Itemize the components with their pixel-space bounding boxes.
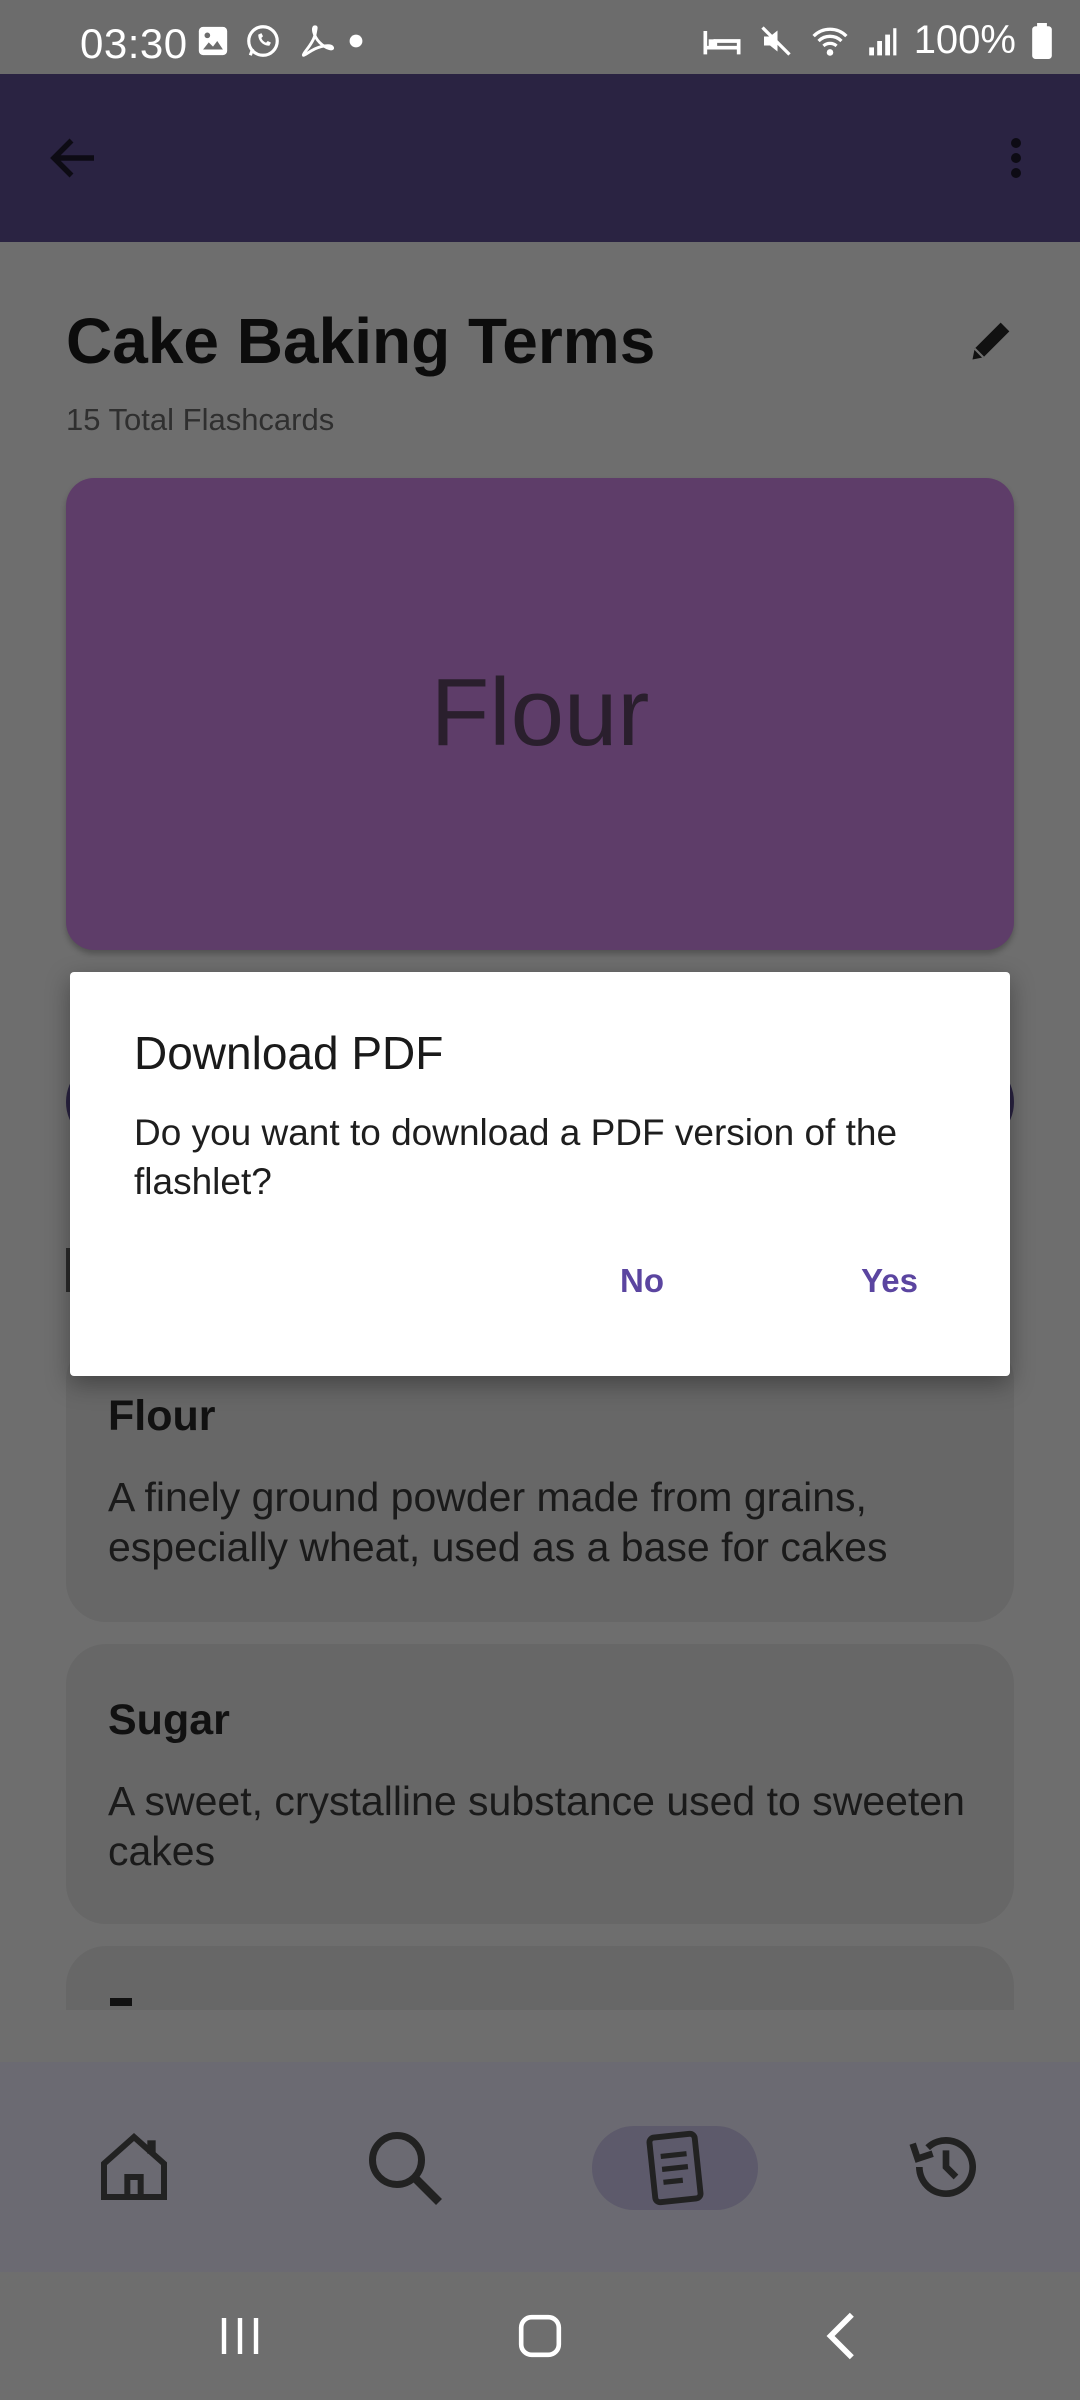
wifi-icon: [812, 27, 848, 56]
arrow-left-icon: [50, 138, 94, 178]
more-options-button[interactable]: [996, 128, 1036, 188]
recents-icon: [221, 2318, 259, 2354]
chevron-left-icon: [826, 2312, 854, 2360]
history-icon: [909, 2137, 976, 2198]
dialog-title: Download PDF: [134, 1027, 444, 1079]
nav-search[interactable]: [354, 2122, 454, 2212]
status-notification-icons: [196, 22, 364, 60]
term-title: Sugar: [108, 1696, 230, 1744]
recents-button[interactable]: [200, 2302, 280, 2370]
more-vert-icon: [1011, 138, 1021, 178]
dot-icon: [349, 34, 363, 48]
bottom-navigation: [0, 2062, 1080, 2272]
search-icon: [369, 2132, 442, 2205]
status-system-icons: 100%: [702, 18, 1052, 63]
signal-icon: [868, 27, 897, 55]
pencil-icon: [972, 322, 1010, 360]
status-bar: 03:30 100%: [0, 0, 1080, 74]
flashcard-preview[interactable]: Flour: [66, 478, 1014, 950]
term-definition: A finely ground powder made from grains,…: [108, 1474, 888, 1570]
download-pdf-dialog: Download PDF Do you want to download a P…: [70, 972, 1010, 1376]
term-title: Flour: [108, 1392, 216, 1440]
nav-home[interactable]: [84, 2122, 184, 2212]
home-button[interactable]: [500, 2302, 580, 2370]
gallery-icon: [198, 26, 228, 56]
term-card: Sugar A sweet, crystalline substance use…: [66, 1644, 1014, 1924]
flashcard-count: 15 Total Flashcards: [66, 402, 335, 437]
battery-icon: [1032, 22, 1052, 59]
alarm-bed-icon: [703, 30, 741, 54]
nav-history[interactable]: [896, 2122, 996, 2212]
flashcard-term: Flour: [430, 659, 650, 766]
home-icon: [101, 2132, 167, 2200]
app-bar: [0, 74, 1080, 242]
yes-button[interactable]: Yes: [841, 1252, 938, 1310]
no-button[interactable]: No: [600, 1252, 684, 1310]
dialog-message: Do you want to download a PDF version of…: [134, 1112, 898, 1202]
status-time: 03:30: [80, 20, 188, 67]
term-card: Flour A finely ground powder made from g…: [66, 1340, 1014, 1622]
system-back-button[interactable]: [800, 2302, 880, 2370]
acrobat-icon: [301, 25, 334, 57]
page-title: Cake Baking Terms: [66, 305, 656, 377]
whatsapp-icon: [247, 25, 279, 57]
back-button[interactable]: [44, 128, 104, 188]
nav-flashcards[interactable]: [592, 2126, 758, 2210]
term-definition: A sweet, crystalline substance used to s…: [108, 1778, 965, 1874]
flashcards-icon: [646, 2130, 704, 2206]
term-card: [66, 1946, 1014, 2010]
edit-button[interactable]: [966, 314, 1018, 366]
mute-icon: [761, 25, 791, 56]
home-square-icon: [518, 2314, 562, 2358]
battery-percentage: 100%: [913, 18, 1016, 62]
term-title-partial: [110, 1998, 132, 2006]
system-navigation-bar: [0, 2272, 1080, 2400]
